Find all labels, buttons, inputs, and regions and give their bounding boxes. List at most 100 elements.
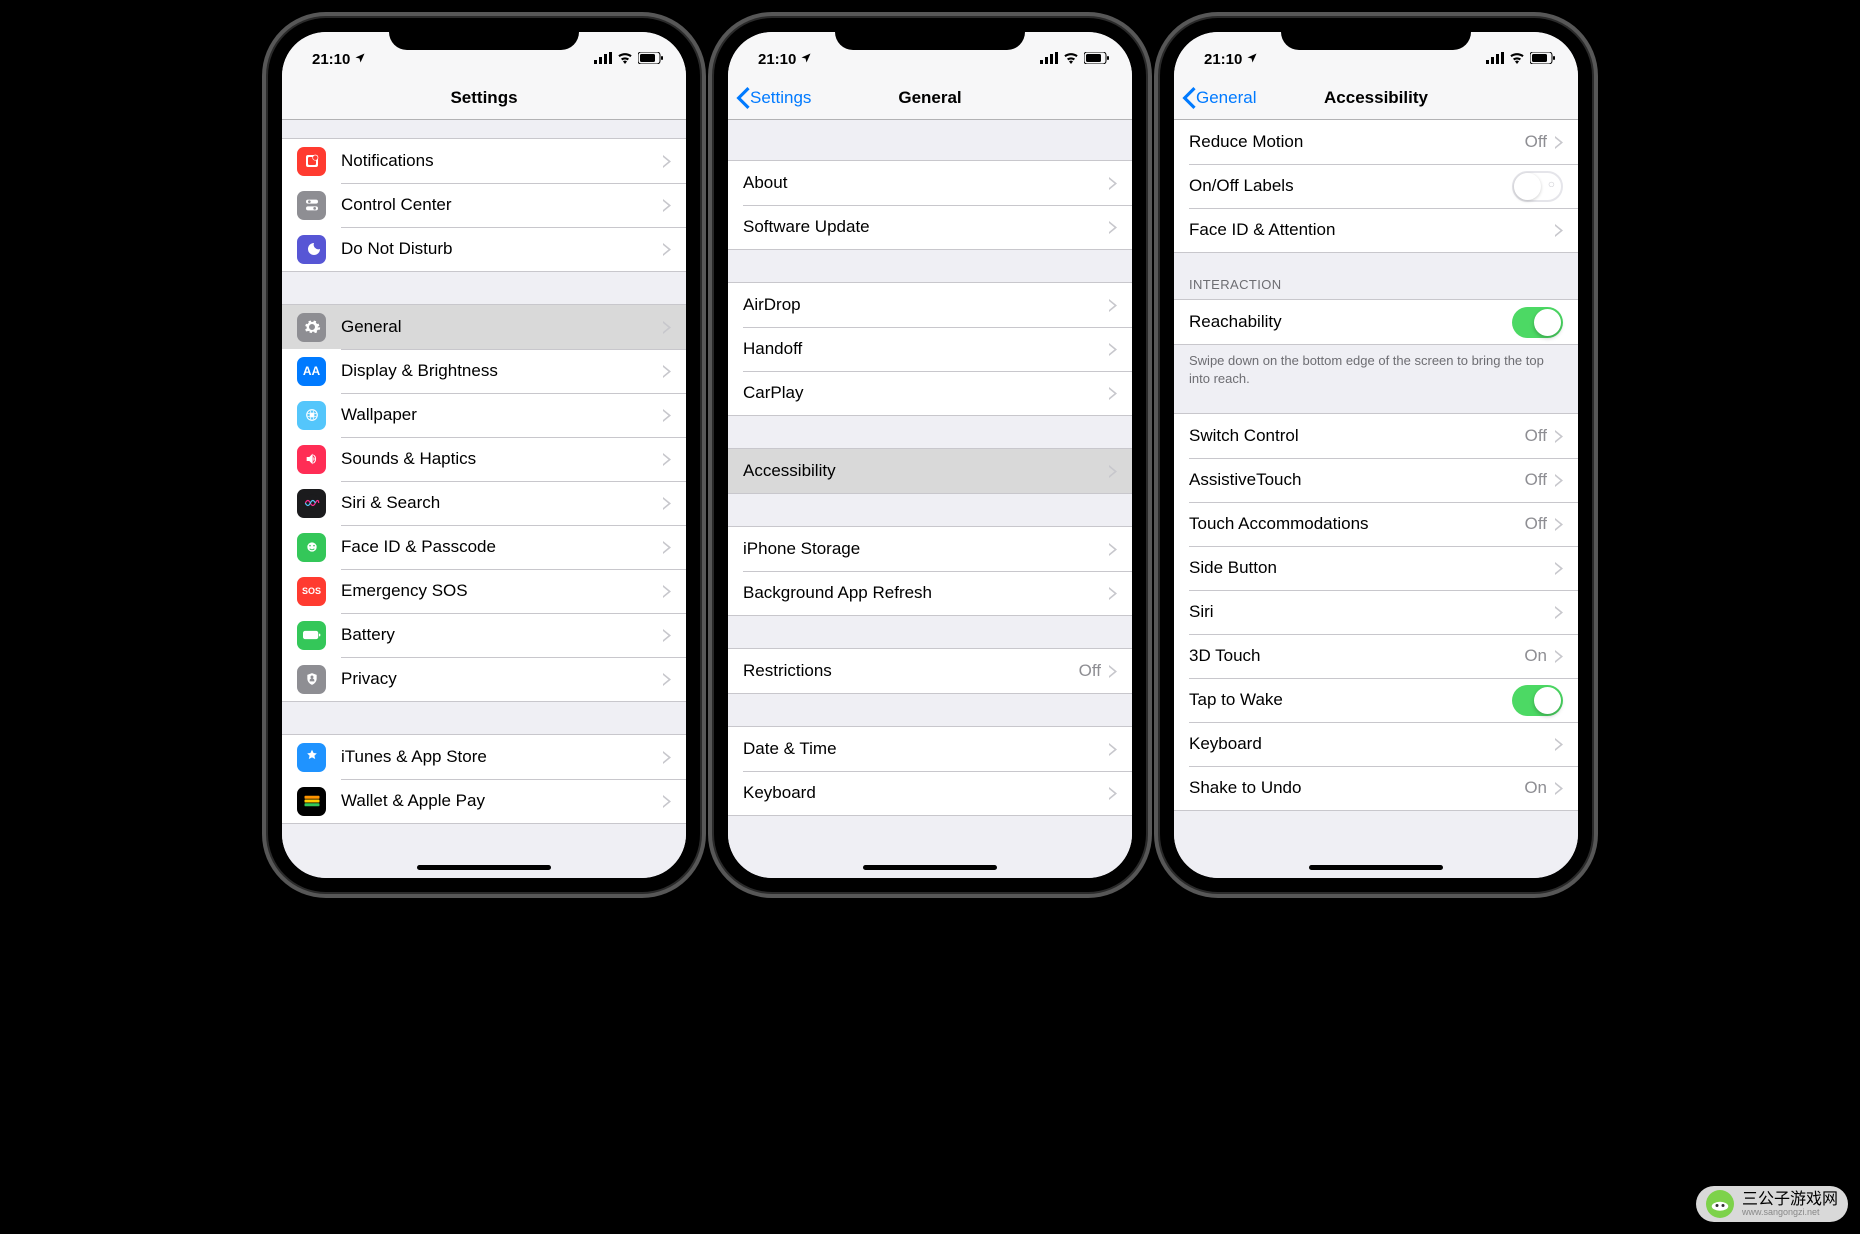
switch-reachability[interactable]: [1512, 307, 1563, 338]
chevron-left-icon: [1182, 87, 1196, 109]
row-itunes-app-store[interactable]: iTunes & App Store: [282, 735, 686, 779]
row-label: Privacy: [341, 669, 663, 689]
row-about[interactable]: About: [728, 161, 1132, 205]
siri-icon: [297, 489, 326, 518]
chevron-right-icon: [663, 497, 671, 510]
row-wallet-apple-pay[interactable]: Wallet & Apple Pay: [282, 779, 686, 823]
wallet-icon: [297, 787, 326, 816]
row-label: iTunes & App Store: [341, 747, 663, 767]
row-iphone-storage[interactable]: iPhone Storage: [728, 527, 1132, 571]
location-icon: [1246, 51, 1258, 68]
screen-2: 21:10 Settings General AboutSoftware Upd…: [728, 32, 1132, 878]
status-time: 21:10: [312, 51, 350, 68]
chevron-right-icon: [1109, 387, 1117, 400]
home-indicator[interactable]: [417, 865, 551, 870]
settings-content[interactable]: NotificationsControl Center Do Not Distur…: [282, 120, 686, 878]
row-date-time[interactable]: Date & Time: [728, 727, 1132, 771]
row-sounds-haptics[interactable]: Sounds & Haptics: [282, 437, 686, 481]
chevron-right-icon: [663, 673, 671, 686]
chevron-right-icon: [1555, 430, 1563, 443]
row-label: Face ID & Attention: [1189, 220, 1555, 240]
row-emergency-sos[interactable]: SOSEmergency SOS: [282, 569, 686, 613]
row-airdrop[interactable]: AirDrop: [728, 283, 1132, 327]
row-battery[interactable]: Battery: [282, 613, 686, 657]
row-general[interactable]: General: [282, 305, 686, 349]
row-do-not-disturb[interactable]: Do Not Disturb: [282, 227, 686, 271]
back-button[interactable]: Settings: [728, 87, 811, 109]
row-wallpaper[interactable]: Wallpaper: [282, 393, 686, 437]
display-icon: AA: [297, 357, 326, 386]
row-privacy[interactable]: Privacy: [282, 657, 686, 701]
appstore-icon: [297, 743, 326, 772]
row-label: Do Not Disturb: [341, 239, 663, 259]
row-carplay[interactable]: CarPlay: [728, 371, 1132, 415]
row-label: Battery: [341, 625, 663, 645]
row-reduce-motion[interactable]: Reduce MotionOff: [1174, 120, 1578, 164]
row-switch-control[interactable]: Switch ControlOff: [1174, 414, 1578, 458]
row-label: Shake to Undo: [1189, 778, 1524, 798]
status-time: 21:10: [758, 51, 796, 68]
chevron-right-icon: [663, 453, 671, 466]
row-3d-touch[interactable]: 3D TouchOn: [1174, 634, 1578, 678]
back-label: General: [1196, 88, 1256, 108]
chevron-right-icon: [663, 199, 671, 212]
row-reachability[interactable]: Reachability: [1174, 300, 1578, 344]
home-indicator[interactable]: [1309, 865, 1443, 870]
nav-bar: Settings: [282, 76, 686, 120]
watermark-url: www.sangongzi.net: [1742, 1208, 1838, 1217]
watermark-logo-icon: [1706, 1190, 1734, 1218]
switch-on-off-labels[interactable]: [1512, 171, 1563, 202]
row-label: Siri: [1189, 602, 1555, 622]
row-shake-to-undo[interactable]: Shake to UndoOn: [1174, 766, 1578, 810]
chevron-right-icon: [1555, 606, 1563, 619]
general-content[interactable]: AboutSoftware Update AirDropHandoffCarPl…: [728, 120, 1132, 878]
chevron-right-icon: [1109, 465, 1117, 478]
phone-frame-1: 21:10 Settings NotificationsControl Cent…: [268, 18, 700, 892]
row-touch-accommodations[interactable]: Touch AccommodationsOff: [1174, 502, 1578, 546]
row-label: Emergency SOS: [341, 581, 663, 601]
row-side-button[interactable]: Side Button: [1174, 546, 1578, 590]
row-accessibility[interactable]: Accessibility: [728, 449, 1132, 493]
location-icon: [354, 51, 366, 68]
row-notifications[interactable]: Notifications: [282, 139, 686, 183]
wifi-icon: [1063, 51, 1079, 68]
row-control-center[interactable]: Control Center: [282, 183, 686, 227]
row-keyboard[interactable]: Keyboard: [1174, 722, 1578, 766]
row-siri[interactable]: Siri: [1174, 590, 1578, 634]
row-label: Keyboard: [743, 783, 1109, 803]
chevron-right-icon: [1555, 650, 1563, 663]
back-label: Settings: [750, 88, 811, 108]
cellular-icon: [594, 51, 612, 68]
chevron-right-icon: [663, 795, 671, 808]
row-keyboard[interactable]: Keyboard: [728, 771, 1132, 815]
row-label: iPhone Storage: [743, 539, 1109, 559]
phone-frame-3: 21:10 General Accessibility Reduce Motio…: [1160, 18, 1592, 892]
row-tap-to-wake[interactable]: Tap to Wake: [1174, 678, 1578, 722]
back-button[interactable]: General: [1174, 87, 1256, 109]
row-display-brightness[interactable]: AA Display & Brightness: [282, 349, 686, 393]
chevron-right-icon: [1109, 343, 1117, 356]
home-indicator[interactable]: [863, 865, 997, 870]
row-restrictions[interactable]: RestrictionsOff: [728, 649, 1132, 693]
cellular-icon: [1040, 51, 1058, 68]
row-software-update[interactable]: Software Update: [728, 205, 1132, 249]
chevron-right-icon: [663, 365, 671, 378]
row-on-off-labels[interactable]: On/Off Labels: [1174, 164, 1578, 208]
chevron-right-icon: [1109, 177, 1117, 190]
chevron-right-icon: [1555, 562, 1563, 575]
row-face-id-passcode[interactable]: Face ID & Passcode: [282, 525, 686, 569]
battery-icon: [638, 51, 664, 68]
chevron-right-icon: [1109, 665, 1117, 678]
chevron-right-icon: [663, 409, 671, 422]
switch-tap-to-wake[interactable]: [1512, 685, 1563, 716]
row-face-id-attention[interactable]: Face ID & Attention: [1174, 208, 1578, 252]
row-label: Display & Brightness: [341, 361, 663, 381]
row-background-app-refresh[interactable]: Background App Refresh: [728, 571, 1132, 615]
row-label: Tap to Wake: [1189, 690, 1512, 710]
row-siri-search[interactable]: Siri & Search: [282, 481, 686, 525]
row-assistivetouch[interactable]: AssistiveTouchOff: [1174, 458, 1578, 502]
row-label: General: [341, 317, 663, 337]
privacy-icon: [297, 665, 326, 694]
row-handoff[interactable]: Handoff: [728, 327, 1132, 371]
accessibility-content[interactable]: Reduce MotionOffOn/Off Labels Face ID & A…: [1174, 120, 1578, 878]
